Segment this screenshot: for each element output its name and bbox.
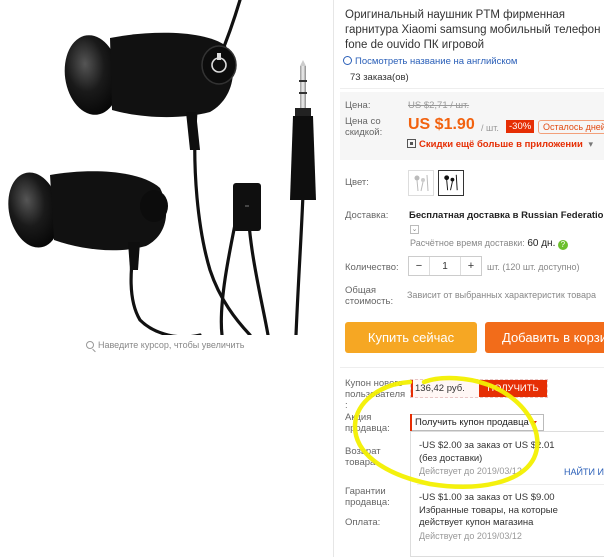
new-user-coupon-amount: 136,42 руб. [415, 383, 465, 394]
new-user-coupon-label: Купон нового пользователя : [345, 378, 406, 411]
take-coupon-link[interactable]: НАЙТИ И [564, 467, 604, 477]
coupon-item[interactable]: -US $1.00 за заказ от US $9.00 Избранные… [419, 492, 558, 542]
current-price: US $1.90 [408, 116, 475, 133]
discount-price-label: Цена со скидкой: [345, 116, 383, 138]
quantity-plus-button[interactable]: + [461, 257, 481, 275]
add-to-cart-button[interactable]: Добавить в корзину [485, 322, 604, 353]
time-left-badge: Осталось дней [538, 120, 604, 134]
price-label: Цена: [345, 100, 371, 111]
audio-plug [290, 60, 316, 200]
guarantee-label: Гарантии продавца: [345, 486, 390, 508]
color-swatch-black[interactable] [438, 170, 464, 196]
total-value: Зависит от выбранных характеристик товар… [407, 290, 596, 300]
shipping-expand[interactable]: ⌄ [410, 223, 419, 234]
product-page: Наведите курсор, чтобы увеличить Оригина… [0, 0, 604, 557]
shipping-label: Доставка: [345, 210, 389, 221]
earbud-bottom [8, 171, 168, 270]
payment-label: Оплата: [345, 517, 381, 528]
old-price: US $2,71 / шт. [408, 100, 470, 111]
divider [417, 484, 604, 485]
per-unit: / шт. [481, 123, 499, 133]
qr-code-icon [407, 139, 416, 148]
return-label: Возврат товара [345, 446, 381, 468]
image-gallery[interactable]: Наведите курсор, чтобы увеличить [0, 0, 333, 557]
get-coupon-button[interactable]: ПОЛУЧИТЬ [479, 380, 547, 397]
delivery-estimate: Расчётное время доставки: 60 дн. ? [410, 238, 568, 250]
seller-coupon-list: -US $2.00 за заказ от US $2.01 (без дост… [410, 431, 604, 557]
product-details: Оригинальный наушник PTM фирменная гарни… [340, 0, 604, 557]
new-user-coupon: 136,42 руб. ПОЛУЧИТЬ [410, 379, 548, 398]
seller-coupon-dropdown[interactable]: Получить купон продавца [410, 414, 544, 431]
earphones-thumbnail-white [414, 174, 429, 192]
quantity-stepper[interactable]: − 1 + [408, 256, 482, 276]
caret-down-icon [531, 421, 537, 425]
earbud-top [64, 32, 237, 150]
coupon-item[interactable]: -US $2.00 за заказ от US $2.01 (без дост… [419, 440, 555, 478]
earphones-photo[interactable] [0, 0, 333, 335]
total-label: Общая стоимость: [345, 285, 394, 307]
earphones-thumbnail-black [444, 174, 458, 191]
translate-link[interactable]: Посмотреть название на английском [343, 56, 517, 67]
quantity-minus-button[interactable]: − [409, 257, 429, 275]
price-block: Цена: US $2,71 / шт. Цена со скидкой: US… [340, 92, 604, 160]
divider [340, 367, 604, 368]
divider [333, 0, 334, 557]
buy-now-button[interactable]: Купить сейчас [345, 322, 477, 353]
translate-icon [343, 56, 352, 65]
color-label: Цвет: [345, 177, 369, 188]
seller-promo-label: Акция продавца: [345, 412, 390, 434]
product-title: Оригинальный наушник PTM фирменная гарни… [345, 9, 601, 51]
magnifier-icon [86, 341, 94, 349]
quantity-input[interactable]: 1 [429, 257, 461, 275]
quantity-label: Количество: [345, 262, 399, 273]
shipping-text[interactable]: Бесплатная доставка в Russian Federation… [409, 210, 604, 221]
orders-count: 73 заказа(ов) [350, 72, 409, 83]
color-swatch-white[interactable] [408, 170, 434, 196]
chevron-down-icon: ▾ [588, 139, 594, 149]
chevron-down-icon: ⌄ [410, 225, 419, 234]
help-icon[interactable]: ? [557, 240, 568, 250]
zoom-hint: Наведите курсор, чтобы увеличить [86, 340, 244, 350]
divider [340, 88, 604, 89]
quantity-available: шт. (120 шт. доступно) [487, 262, 580, 272]
discount-badge: -30% [506, 120, 535, 133]
app-discount-link[interactable]: Скидки ещё больше в приложении ▾ [407, 139, 593, 150]
mic-splitter [233, 183, 261, 231]
